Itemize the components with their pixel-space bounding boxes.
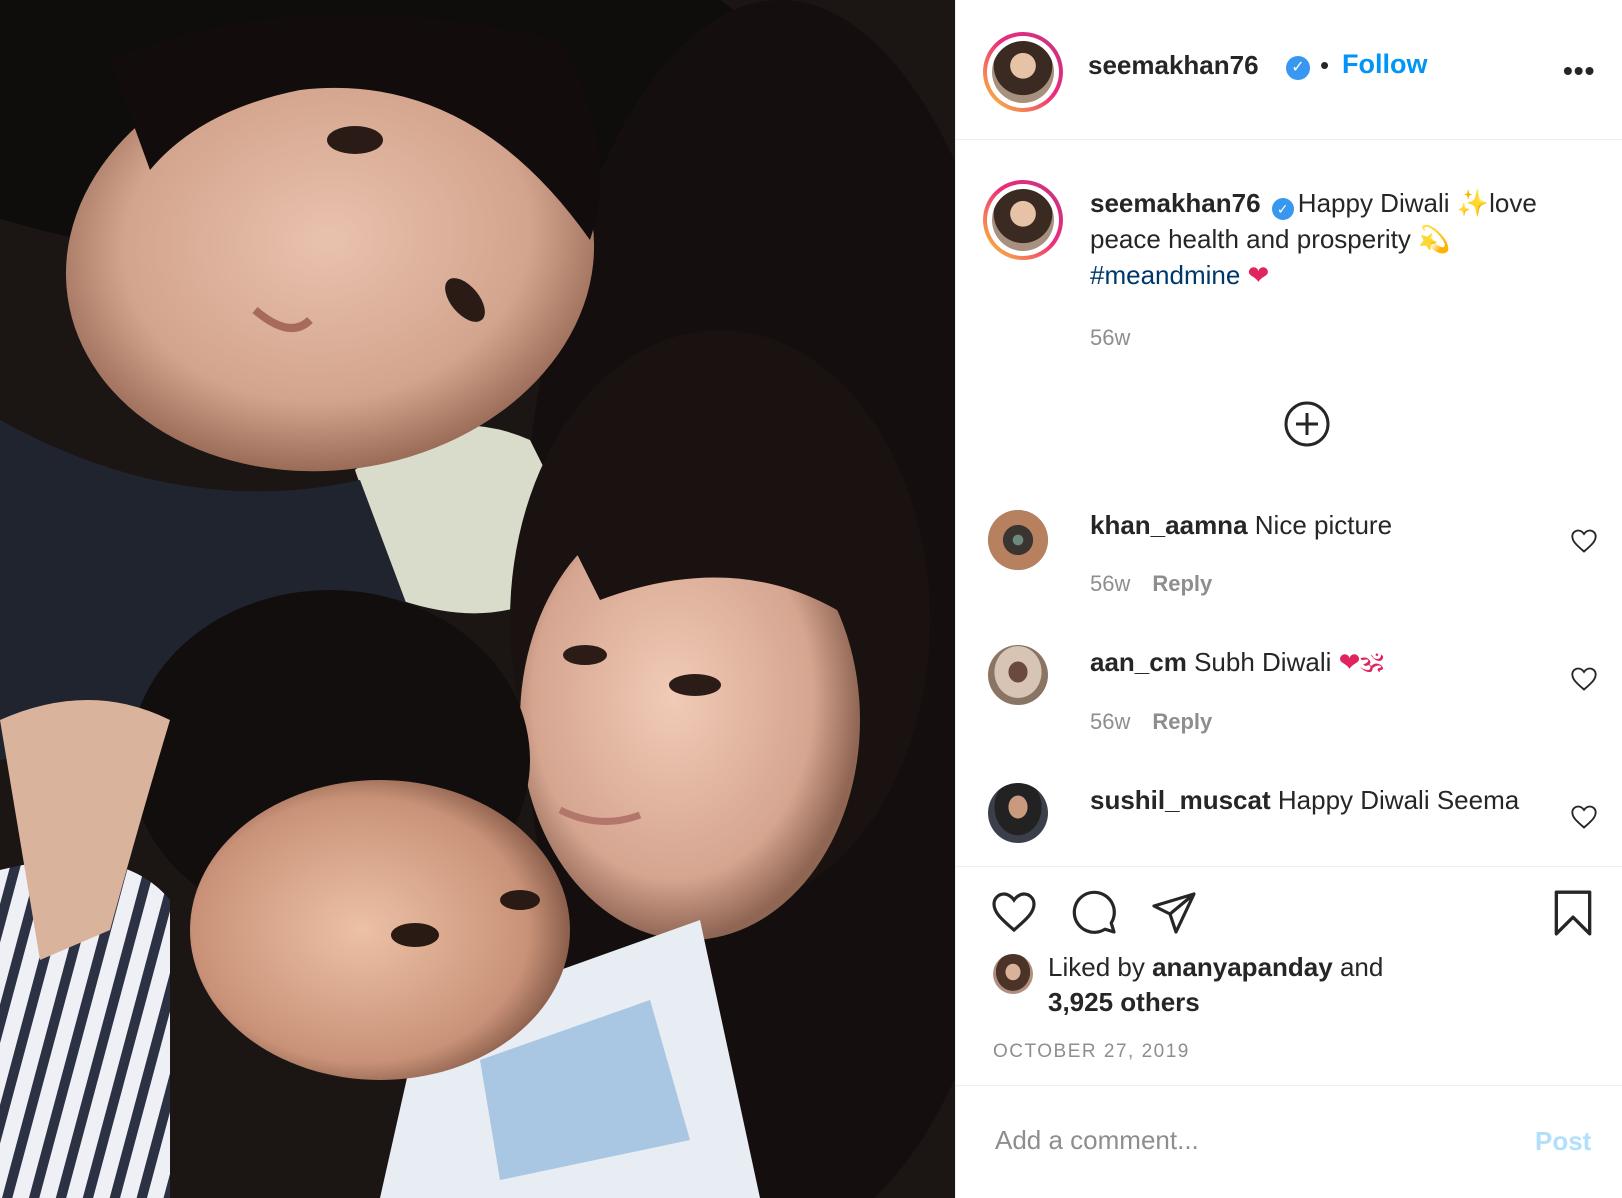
follow-button[interactable]: Follow <box>1342 49 1427 80</box>
hashtag-link[interactable]: #meandmine <box>1090 260 1240 290</box>
post-photo[interactable] <box>0 0 955 1198</box>
family-selfie-image <box>0 0 955 1198</box>
header-username[interactable]: seemakhan76 <box>1088 50 1259 81</box>
add-comments-icon[interactable] <box>1283 400 1331 448</box>
more-icon[interactable]: ••• <box>1563 55 1595 87</box>
commenter-avatar[interactable] <box>988 645 1048 705</box>
comment-item: sushil_muscat Happy Diwali Seema <box>1090 783 1530 818</box>
comment-item: khan_aamna Nice picture <box>1090 508 1530 543</box>
like-count[interactable]: 3,925 others <box>1048 987 1200 1017</box>
post-date[interactable]: OCTOBER 27, 2019 <box>993 1041 1190 1063</box>
share-icon[interactable] <box>1150 888 1198 936</box>
liker-username[interactable]: ananyapanday <box>1152 952 1333 982</box>
comment-time: 56w <box>1090 709 1131 734</box>
comment-like-heart-icon[interactable] <box>1570 666 1598 692</box>
caption-username[interactable]: seemakhan76 <box>1090 188 1261 218</box>
caption-text-start: Happy Diwali <box>1297 188 1457 218</box>
liked-by: Liked by ananyapanday and 3,925 others <box>1048 950 1383 1020</box>
comment-like-heart-icon[interactable] <box>1570 804 1598 830</box>
heart-outline-icon[interactable] <box>990 890 1038 934</box>
comment-text: Happy Diwali Seema <box>1277 785 1520 815</box>
comment-emoji: ❤🕉 <box>1338 647 1384 677</box>
caption: seemakhan76 ✓ Happy Diwali ✨love peace he… <box>1090 185 1590 293</box>
caption-time: 56w <box>1090 325 1131 350</box>
commenter-avatar[interactable] <box>988 783 1048 843</box>
comment-meta: 56w Reply <box>1090 709 1212 735</box>
verified-badge-icon: ✓ <box>1271 198 1294 220</box>
comment-text: Nice picture <box>1254 510 1393 540</box>
liker-avatar[interactable] <box>993 954 1033 994</box>
caption-author-avatar[interactable] <box>983 180 1063 260</box>
comment-like-heart-icon[interactable] <box>1570 528 1598 554</box>
comment-username[interactable]: khan_aamna <box>1090 510 1248 540</box>
post-button[interactable]: Post <box>1535 1126 1591 1157</box>
reply-button[interactable]: Reply <box>1152 571 1212 596</box>
commenter-avatar[interactable] <box>988 510 1048 570</box>
reply-button[interactable]: Reply <box>1152 709 1212 734</box>
heart-emoji: ❤ <box>1247 260 1270 290</box>
author-avatar[interactable] <box>983 32 1063 112</box>
comment-username[interactable]: aan_cm <box>1090 647 1187 677</box>
sparkles-emoji: ✨ <box>1456 188 1490 218</box>
comment-text: Subh Diwali <box>1194 647 1339 677</box>
bookmark-icon[interactable] <box>1550 888 1596 938</box>
comment-item: aan_cm Subh Diwali ❤🕉 <box>1090 645 1530 680</box>
liked-by-prefix: Liked by <box>1048 952 1145 982</box>
comment-input[interactable] <box>993 1124 1477 1157</box>
actions-divider <box>955 866 1622 867</box>
comment-time: 56w <box>1090 571 1131 596</box>
comment-bar: Post <box>955 1085 1622 1198</box>
comment-username[interactable]: sushil_muscat <box>1090 785 1271 815</box>
comment-meta: 56w Reply <box>1090 571 1212 597</box>
liked-by-and: and <box>1339 952 1384 982</box>
comment-icon[interactable] <box>1070 888 1118 936</box>
verified-badge-icon: ✓ <box>1286 56 1310 80</box>
separator-dot: • <box>1320 50 1330 80</box>
dizzy-emoji: 💫 <box>1418 224 1451 254</box>
